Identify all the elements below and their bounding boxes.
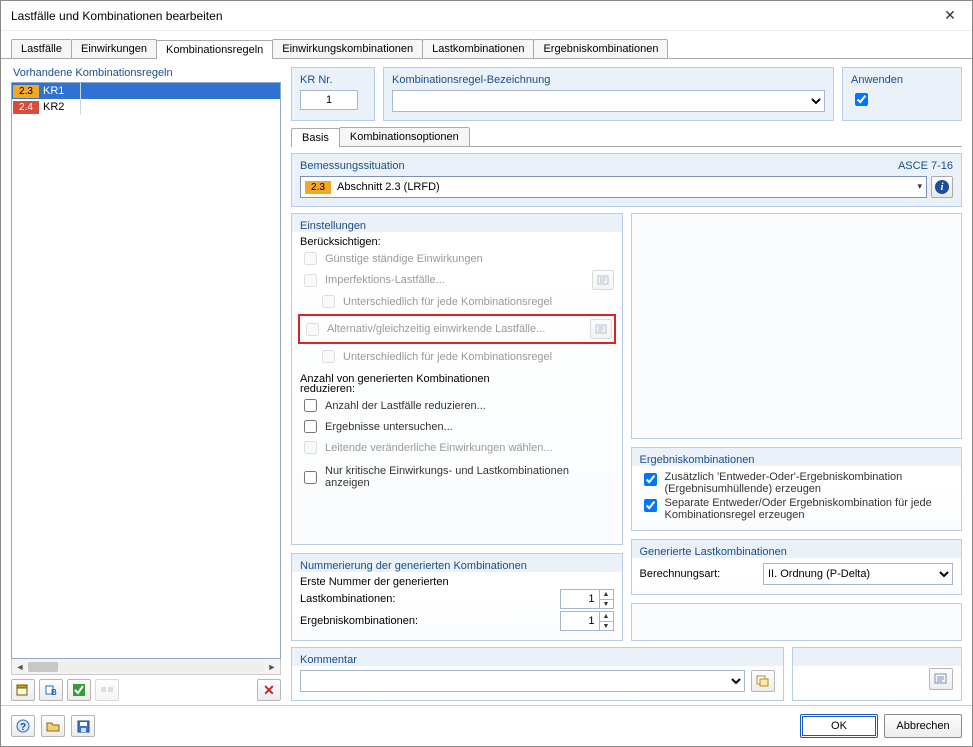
check-rule-button[interactable] [67,679,91,701]
nummerierung-title: Nummerierung der generierten Kombination… [300,560,614,572]
lastk-label: Lastkombinationen: [300,593,554,605]
new-rule-button[interactable] [11,679,35,701]
berechnungsart-select[interactable]: II. Ordnung (P-Delta) [763,563,953,585]
save-button[interactable] [71,715,95,737]
tab-ergebniskombinationen[interactable]: Ergebniskombinationen [533,39,668,58]
rule-name: KR2 [43,101,64,113]
kr-nr-input[interactable] [300,90,358,110]
anwenden-checkbox[interactable] [855,93,868,106]
subtab-kombinationsoptionen[interactable]: Kombinationsoptionen [339,127,470,146]
chk-unterschiedlich1 [322,295,335,308]
rule-list[interactable]: 2.3 KR1 2.4 KR2 [11,82,281,659]
rule-badge: 2.3 [13,85,39,98]
bemessung-title: Bemessungssituation [300,160,405,172]
lbl-entweder-oder-1: Zusätzlich 'Entweder-Oder'-Ergebniskombi… [665,471,903,483]
lbl-guenstig: Günstige ständige Einwirkungen [325,253,483,265]
ok-button[interactable]: OK [800,714,878,738]
lbl-anzahl: Anzahl der Lastfälle reduzieren... [325,400,486,412]
imperfektion-edit-button [592,270,614,290]
chk-kritisch[interactable] [304,471,317,484]
subtab-basis[interactable]: Basis [291,128,340,147]
chk-separate[interactable] [644,499,657,512]
scroll-right-icon[interactable]: ► [264,660,280,674]
lbl-alternativ: Alternativ/gleichzeitig einwirkende Last… [327,323,545,335]
spin-up-icon[interactable]: ▲ [599,612,613,621]
tab-lastkombinationen[interactable]: Lastkombinationen [422,39,534,58]
beruecksichtigen-label: Berücksichtigen: [300,236,614,248]
rule-row[interactable]: 2.3 KR1 [12,83,280,99]
chk-guenstig [304,252,317,265]
help-button[interactable]: ? [11,715,35,737]
bezeichnung-select[interactable] [392,90,825,112]
ergk-label: Ergebniskombinationen: [300,615,554,627]
rule-badge: 2.4 [13,101,39,114]
lbl-kritisch: Nur kritische Einwirkungs- und Lastkombi… [325,465,614,489]
spin-down-icon[interactable]: ▼ [599,621,613,630]
main-tabs: Lastfälle Einwirkungen Kombinationsregel… [1,31,972,59]
lbl-separate-1: Separate Entweder/Oder Ergebniskombinati… [665,497,932,509]
lbl-unterschiedlich2: Unterschiedlich für jede Kombinationsreg… [343,351,552,363]
copy-rule-button[interactable]: B [39,679,63,701]
chk-ergebnisse[interactable] [304,420,317,433]
tab-einwirkungskombinationen[interactable]: Einwirkungskombinationen [272,39,423,58]
chk-anzahl[interactable] [304,399,317,412]
anwenden-title: Anwenden [851,74,953,86]
right-extra-button[interactable] [929,668,953,690]
info-icon: i [935,180,949,194]
chk-imperfektion [304,274,317,287]
lbl-unterschiedlich1: Unterschiedlich für jede Kombinationsreg… [343,296,552,308]
rule-row[interactable]: 2.4 KR2 [12,99,280,115]
ergk-input[interactable] [561,612,599,630]
chk-unterschiedlich2 [322,350,335,363]
tab-lastfaelle[interactable]: Lastfälle [11,39,72,58]
lbl-separate-2: Kombinationsregel erzeugen [665,509,805,521]
chevron-down-icon: ▾ [917,181,922,192]
open-button[interactable] [41,715,65,737]
bemessung-badge: 2.3 [305,181,331,194]
horizontal-scrollbar[interactable]: ◄ ► [11,659,281,675]
spin-down-icon[interactable]: ▼ [599,599,613,608]
bemessung-info-button[interactable]: i [931,176,953,198]
rule-name: KR1 [43,85,64,97]
bemessung-value: Abschnitt 2.3 (LRFD) [337,181,440,193]
kommentar-select[interactable] [300,670,745,692]
genlastk-title: Generierte Lastkombinationen [640,546,954,558]
close-icon[interactable]: ✕ [928,1,972,31]
lbl-imperfektion: Imperfektions-Lastfälle... [325,274,445,286]
kr-nr-title: KR Nr. [300,74,366,86]
chk-leitende [304,441,317,454]
svg-text:?: ? [20,722,26,733]
bemessung-select[interactable]: 2.3 Abschnitt 2.3 (LRFD) ▾ [300,176,927,198]
bezeichnung-title: Kombinationsregel-Bezeichnung [392,74,825,86]
lbl-entweder-oder-2: (Ergebnisumhüllende) erzeugen [665,483,822,495]
lastk-input[interactable] [561,590,599,608]
berechnungsart-label: Berechnungsart: [640,568,758,580]
kommentar-title: Kommentar [300,654,775,666]
lastk-spinner[interactable]: ▲ ▼ [560,589,614,609]
delete-rule-button[interactable]: ✕ [257,679,281,701]
lbl-ergebnisse: Ergebnisse untersuchen... [325,421,453,433]
left-title: Vorhandene Kombinationsregeln [11,67,281,82]
einstellungen-title: Einstellungen [300,220,614,232]
lbl-leitende: Leitende veränderliche Einwirkungen wähl… [325,442,552,454]
bemessung-norm: ASCE 7-16 [898,160,953,172]
disabled-rule-button [95,679,119,701]
cancel-button[interactable]: Abbrechen [884,714,962,738]
chk-entweder-oder[interactable] [644,473,657,486]
kommentar-pick-button[interactable] [751,670,775,692]
tab-einwirkungen[interactable]: Einwirkungen [71,39,157,58]
svg-text:B: B [51,688,57,696]
ergebnis-title: Ergebniskombinationen [640,454,954,466]
window-title: Lastfälle und Kombinationen bearbeiten [11,9,928,23]
alternativ-edit-button [590,319,612,339]
spin-up-icon[interactable]: ▲ [599,590,613,599]
ergk-spinner[interactable]: ▲ ▼ [560,611,614,631]
nummerierung-sub: Erste Nummer der generierten [300,576,614,588]
scroll-left-icon[interactable]: ◄ [12,660,28,674]
chk-alternativ [306,323,319,336]
tab-kombinationsregeln[interactable]: Kombinationsregeln [156,40,273,59]
